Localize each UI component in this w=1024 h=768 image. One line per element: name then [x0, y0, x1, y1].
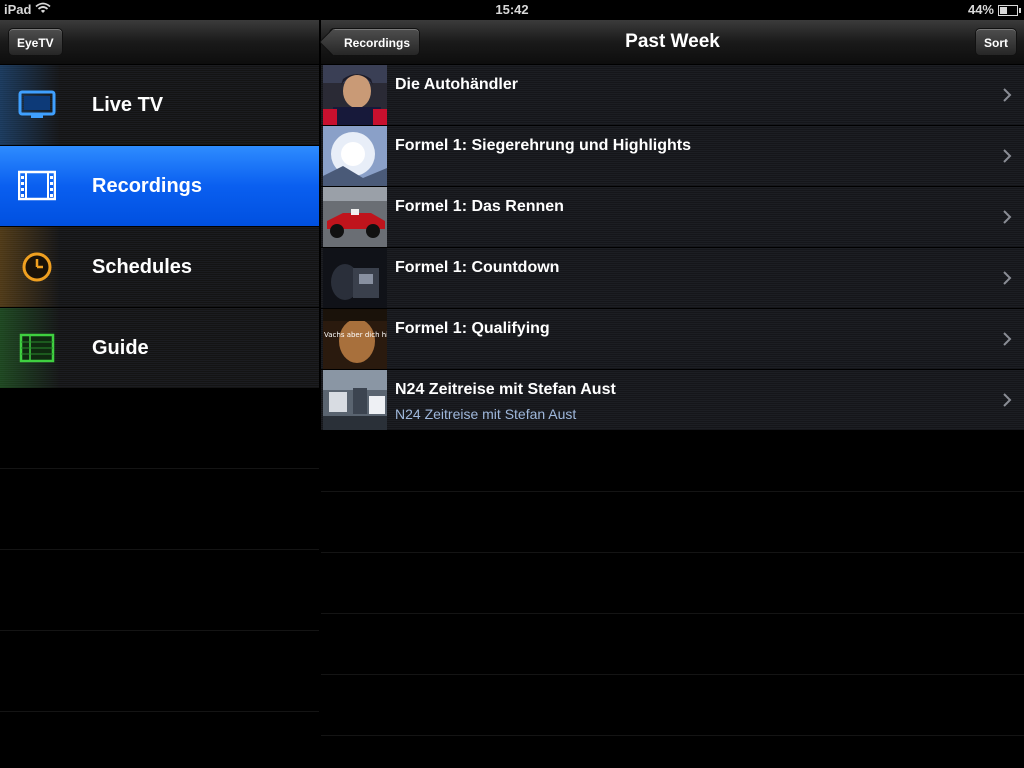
- chevron-right-icon: [1002, 87, 1012, 103]
- recording-row[interactable]: Formel 1: Siegerehrung und Highlights: [321, 126, 1024, 187]
- empty-row: [0, 388, 319, 469]
- menu-item-recordings[interactable]: Recordings: [0, 146, 319, 227]
- sidebar: EyeTV Live TV Recordings Schedules Guide: [0, 20, 319, 768]
- chevron-right-icon: [1002, 148, 1012, 164]
- status-bar: iPad 15:42 44%: [0, 0, 1024, 20]
- empty-row: [321, 431, 1024, 492]
- menu-item-live-tv[interactable]: Live TV: [0, 65, 319, 146]
- recording-title: Formel 1: Countdown: [395, 259, 560, 276]
- empty-row: [321, 614, 1024, 675]
- battery-icon: [998, 4, 1021, 16]
- clock: 15:42: [495, 2, 529, 17]
- empty-row: [0, 550, 319, 631]
- menu-item-schedules[interactable]: Schedules: [0, 227, 319, 308]
- news-thumbnail: [323, 370, 387, 430]
- detail-navbar: Recordings Past Week Sort: [321, 20, 1024, 65]
- qualifying-thumbnail: Vachs aber dich hinau: [323, 309, 387, 369]
- menu-label-recordings: Recordings: [92, 175, 203, 197]
- empty-row: [0, 631, 319, 712]
- list-empty-area: [321, 431, 1024, 736]
- countdown-thumbnail: [323, 248, 387, 308]
- chevron-right-icon: [1002, 331, 1012, 347]
- portrait-thumbnail: [323, 65, 387, 125]
- clock-icon: [18, 251, 56, 283]
- empty-row: [321, 553, 1024, 614]
- empty-row: [0, 469, 319, 550]
- page-title: Past Week: [625, 31, 720, 52]
- recording-row[interactable]: Formel 1: Das Rennen: [321, 187, 1024, 248]
- chevron-right-icon: [1002, 270, 1012, 286]
- recording-row[interactable]: Formel 1: Countdown: [321, 248, 1024, 309]
- eyetv-button[interactable]: EyeTV: [8, 28, 63, 56]
- chevron-right-icon: [1002, 392, 1012, 408]
- battery-percent: 44%: [967, 2, 994, 17]
- recording-title: Formel 1: Qualifying: [395, 320, 550, 337]
- menu-label-live-tv: Live TV: [92, 94, 164, 116]
- menu-label-guide: Guide: [92, 337, 149, 359]
- film-icon: [17, 170, 57, 202]
- recording-title: Formel 1: Das Rennen: [395, 198, 564, 215]
- empty-row: [321, 492, 1024, 553]
- main-menu: Live TV Recordings Schedules Guide: [0, 65, 319, 389]
- empty-row: [321, 675, 1024, 736]
- tv-icon: [18, 89, 56, 121]
- recording-title: N24 Zeitreise mit Stefan Aust: [395, 381, 616, 398]
- guide-grid-icon: [18, 332, 56, 364]
- menu-label-schedules: Schedules: [92, 256, 193, 278]
- detail-pane: Recordings Past Week Sort Die Autohändle…: [321, 20, 1024, 768]
- race-car-thumbnail: [323, 187, 387, 247]
- menu-item-guide[interactable]: Guide: [0, 308, 319, 389]
- recording-row[interactable]: Die Autohändler: [321, 65, 1024, 126]
- thumbnail-caption: Vachs aber dich hinau: [324, 331, 387, 339]
- recordings-list: Die Autohändler Formel 1: Siegerehrung u…: [321, 65, 1024, 431]
- recording-row[interactable]: N24 Zeitreise mit Stefan Aust N24 Zeitre…: [321, 370, 1024, 431]
- recording-title: Die Autohändler: [395, 76, 518, 93]
- celebration-thumbnail: [323, 126, 387, 186]
- sidebar-navbar: EyeTV: [0, 20, 319, 65]
- sidebar-empty-area: [0, 388, 319, 712]
- recording-subtitle: N24 Zeitreise mit Stefan Aust: [395, 406, 577, 422]
- sort-button[interactable]: Sort: [975, 28, 1017, 56]
- chevron-right-icon: [1002, 209, 1012, 225]
- recording-title: Formel 1: Siegerehrung und Highlights: [395, 137, 692, 154]
- recording-row[interactable]: Vachs aber dich hinau Formel 1: Qualifyi…: [321, 309, 1024, 370]
